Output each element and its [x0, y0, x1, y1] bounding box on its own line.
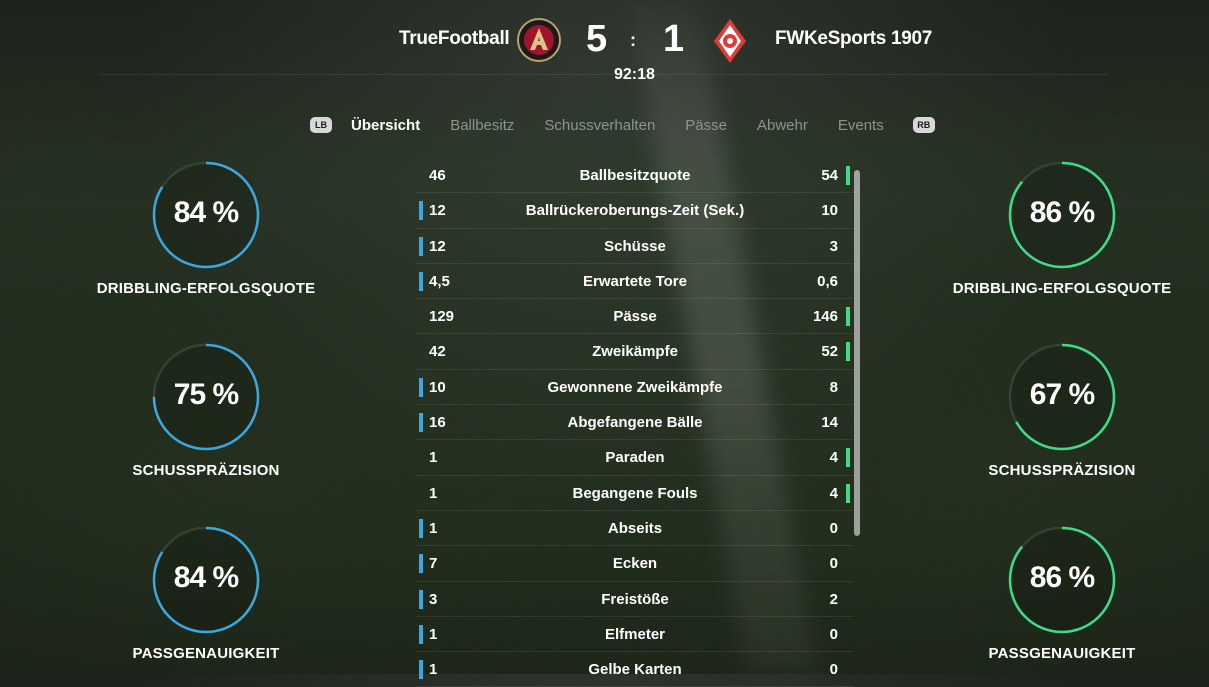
home-dribbling-ring: 84 % DRIBBLING-ERFOLGSQUOTE — [86, 160, 326, 297]
stat-label: Ballrückeroberungs-Zeit (Sek.) — [525, 202, 745, 220]
ring-label: SCHUSSPRÄZISION — [988, 462, 1136, 479]
stat-row: 42 Zweikämpfe 52 — [416, 334, 854, 370]
stat-label: Schüsse — [604, 237, 666, 255]
away-pass-accuracy-ring: 86 % PASSGENAUIGKEIT — [942, 525, 1182, 662]
stats-tab-bar: LB Übersicht Ballbesitz Schussverhalten … — [310, 114, 935, 136]
ring-value: 86 % — [1029, 196, 1095, 229]
away-stat-value: 8 — [829, 378, 838, 396]
home-team-name: TrueFootball — [399, 28, 510, 49]
lb-button-hint[interactable]: LB — [310, 117, 332, 133]
away-stat-value: 0 — [829, 661, 838, 679]
away-leader-indicator — [846, 342, 850, 362]
away-leader-indicator — [846, 483, 850, 503]
away-stat-value: 52 — [821, 343, 838, 361]
ring-value: 75 % — [173, 378, 239, 411]
home-leader-indicator — [419, 271, 423, 291]
stat-label: Ballbesitzquote — [579, 167, 691, 184]
away-stat-value: 2 — [829, 590, 838, 608]
tab-overview[interactable]: Übersicht — [351, 117, 420, 134]
tab-shooting[interactable]: Schussverhalten — [544, 117, 655, 134]
stat-row: 1 Paraden 4 — [416, 440, 854, 476]
away-dribbling-ring: 86 % DRIBBLING-ERFOLGSQUOTE — [942, 160, 1182, 297]
away-stat-value: 54 — [821, 167, 838, 184]
home-leader-indicator — [419, 554, 423, 574]
tab-possession[interactable]: Ballbesitz — [450, 117, 514, 134]
away-stat-value: 0 — [829, 519, 838, 537]
home-team-crest-icon — [517, 18, 561, 67]
away-stat-value: 0 — [829, 555, 838, 573]
stat-label: Pässe — [613, 308, 657, 326]
away-leader-indicator — [846, 307, 850, 327]
tab-passes[interactable]: Pässe — [685, 117, 727, 134]
stat-row: 1 Abseits 0 — [416, 511, 854, 547]
stat-row: 12 Schüsse 3 — [416, 229, 854, 264]
stat-row: 3 Freistöße 2 — [416, 582, 854, 617]
stat-label: Zweikämpfe — [592, 343, 678, 361]
away-team-name: FWKeSports 1907 — [775, 28, 933, 49]
away-shot-accuracy-ring: 67 % SCHUSSPRÄZISION — [942, 342, 1182, 479]
stat-label: Abseits — [607, 519, 663, 537]
home-leader-indicator — [419, 624, 423, 644]
home-leader-indicator — [419, 236, 423, 256]
stat-label: Erwartete Tore — [583, 272, 687, 290]
away-leader-indicator — [846, 448, 850, 468]
away-stat-value: 0 — [829, 625, 838, 643]
home-leader-indicator — [419, 201, 423, 221]
stat-row: 7 Ecken 0 — [416, 546, 854, 582]
away-stat-value: 14 — [821, 414, 838, 432]
away-stat-value: 10 — [821, 202, 838, 220]
stat-row: 1 Elfmeter 0 — [416, 617, 854, 653]
home-leader-indicator — [419, 660, 423, 680]
stat-row: 129 Pässe 146 — [416, 299, 854, 335]
header-divider — [100, 74, 1109, 75]
stat-row: 16 Abgefangene Bälle 14 — [416, 405, 854, 441]
stat-label: Begangene Fouls — [572, 484, 698, 502]
ring-value: 84 % — [173, 561, 239, 594]
away-score: 1 — [663, 18, 685, 60]
stat-row: 1 Begangene Fouls 4 — [416, 476, 854, 511]
stat-label: Freistöße — [601, 590, 669, 608]
home-pass-accuracy-ring: 84 % PASSGENAUIGKEIT — [86, 525, 326, 662]
ring-label: PASSGENAUIGKEIT — [988, 645, 1136, 662]
away-stat-value: 3 — [829, 237, 838, 255]
stat-label: Abgefangene Bälle — [567, 414, 703, 432]
away-stat-value: 4 — [829, 484, 838, 502]
stat-row: 12 Ballrückeroberungs-Zeit (Sek.) 10 — [416, 193, 854, 229]
stat-label: Gewonnene Zweikämpfe — [547, 378, 723, 396]
home-leader-indicator — [419, 589, 423, 609]
ring-label: PASSGENAUIGKEIT — [132, 645, 280, 662]
ring-value: 84 % — [173, 196, 239, 229]
home-score: 5 — [586, 18, 608, 60]
tab-events[interactable]: Events — [838, 117, 884, 134]
away-team-crest-icon — [712, 18, 748, 69]
away-leader-indicator — [846, 166, 850, 185]
stat-row: 10 Gewonnene Zweikämpfe 8 — [416, 370, 854, 406]
ring-value: 86 % — [1029, 561, 1095, 594]
ring-value: 67 % — [1029, 378, 1095, 411]
away-stat-value: 4 — [829, 449, 838, 467]
score-separator: : — [630, 30, 636, 50]
away-stat-value: 0,6 — [817, 272, 838, 290]
match-clock: 92:18 — [614, 66, 655, 83]
stat-row: 1 Gelbe Karten 0 — [416, 652, 854, 687]
home-shot-accuracy-ring: 75 % SCHUSSPRÄZISION — [86, 342, 326, 479]
stats-table: 46 Ballbesitzquote 54 12 Ballrückeroberungs… — [416, 158, 854, 687]
home-leader-indicator — [419, 518, 423, 538]
home-leader-indicator — [419, 377, 423, 397]
stat-label: Gelbe Karten — [588, 661, 682, 679]
stat-row: 4,5 Erwartete Tore 0,6 — [416, 264, 854, 300]
stat-label: Ecken — [612, 555, 658, 573]
ring-label: DRIBBLING-ERFOLGSQUOTE — [96, 280, 316, 297]
stat-label: Paraden — [605, 449, 665, 467]
stat-row: 46 Ballbesitzquote 54 — [416, 158, 854, 194]
rb-button-hint[interactable]: RB — [912, 117, 935, 133]
home-leader-indicator — [419, 413, 423, 433]
ring-label: DRIBBLING-ERFOLGSQUOTE — [952, 280, 1172, 297]
stat-label: Elfmeter — [604, 625, 666, 643]
stats-scrollbar[interactable] — [854, 170, 860, 536]
ring-label: SCHUSSPRÄZISION — [132, 462, 280, 479]
tab-defence[interactable]: Abwehr — [757, 117, 808, 134]
away-stat-value: 146 — [812, 308, 838, 326]
